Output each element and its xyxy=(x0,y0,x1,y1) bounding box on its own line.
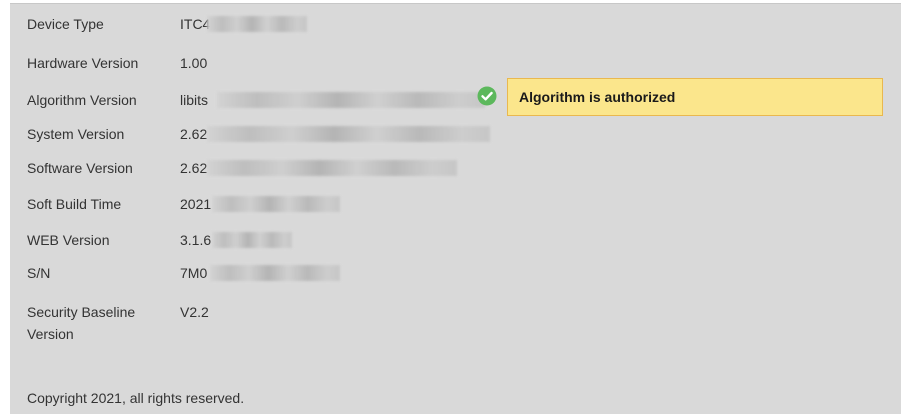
software-version-value: 2.62 xyxy=(180,160,208,176)
device-info-panel: Device Type ITC4 Hardware Version 1.00 A… xyxy=(10,3,901,414)
algorithm-version-label: Algorithm Version xyxy=(27,92,137,108)
security-baseline-label: Security Baseline Version xyxy=(27,301,167,345)
copyright-text: Copyright 2021, all rights reserved. xyxy=(27,390,245,406)
security-baseline-label-line1: Security Baseline xyxy=(27,304,136,320)
soft-build-time-label: Soft Build Time xyxy=(27,196,122,212)
hardware-version-label: Hardware Version xyxy=(27,55,139,71)
web-version-label: WEB Version xyxy=(27,232,110,248)
security-baseline-label-line2: Version xyxy=(27,326,74,342)
redacted-web-version xyxy=(212,232,292,248)
system-version-value: 2.62 xyxy=(180,126,208,142)
soft-build-time-value: 2021 xyxy=(180,196,212,212)
algorithm-version-value: libits xyxy=(180,92,209,108)
redacted-algorithm-version xyxy=(217,92,485,108)
device-type-label: Device Type xyxy=(27,16,104,32)
device-type-value: ITC4 xyxy=(180,16,211,32)
redacted-system-version xyxy=(207,126,490,142)
redacted-software-version xyxy=(207,160,457,176)
redacted-device-type xyxy=(207,16,307,32)
redacted-build-time xyxy=(212,196,340,212)
serial-number-value: 7M0 xyxy=(180,265,208,281)
software-version-label: Software Version xyxy=(27,160,133,176)
redacted-serial-number xyxy=(210,265,340,281)
hardware-version-value: 1.00 xyxy=(180,55,208,71)
check-circle-icon xyxy=(477,86,497,106)
algorithm-status-badge: Algorithm is authorized xyxy=(507,78,883,116)
web-version-value: 3.1.6 xyxy=(180,232,212,248)
system-version-label: System Version xyxy=(27,126,125,142)
serial-number-label: S/N xyxy=(27,265,51,281)
security-baseline-value: V2.2 xyxy=(180,304,209,320)
